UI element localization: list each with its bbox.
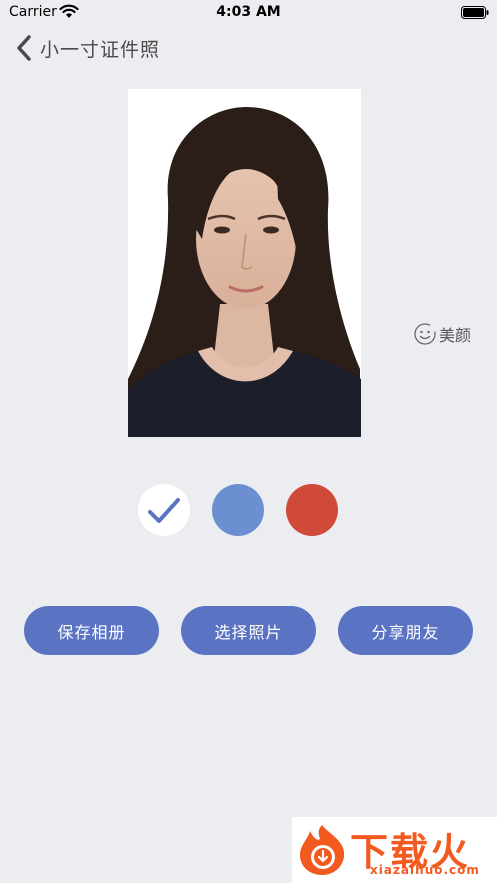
status-bar: Carrier 4:03 AM xyxy=(0,0,497,26)
chevron-left-icon xyxy=(17,35,31,61)
save-to-album-button[interactable]: 保存相册 xyxy=(24,606,159,655)
share-friends-button[interactable]: 分享朋友 xyxy=(338,606,473,655)
portrait-image xyxy=(128,89,361,437)
choose-photo-button[interactable]: 选择照片 xyxy=(181,606,316,655)
nav-bar: 小一寸证件照 xyxy=(0,30,497,66)
flame-logo-icon xyxy=(300,825,345,875)
beauty-button[interactable]: 美颜 xyxy=(413,320,471,348)
swatch-white[interactable] xyxy=(138,484,190,536)
action-bar: 保存相册 选择照片 分享朋友 xyxy=(0,606,497,656)
swatch-blue[interactable] xyxy=(212,484,264,536)
background-color-picker xyxy=(0,484,497,536)
battery-icon xyxy=(461,6,489,19)
back-button[interactable]: 小一寸证件照 xyxy=(14,30,160,66)
swatch-red[interactable] xyxy=(286,484,338,536)
page-title: 小一寸证件照 xyxy=(40,38,161,61)
clock-time: 4:03 AM xyxy=(216,4,281,20)
beauty-label: 美颜 xyxy=(439,326,472,345)
watermark-domain: xiazaihuo.com xyxy=(370,863,480,877)
check-icon xyxy=(148,498,180,523)
watermark: 下载火 xiazaihuo.com xyxy=(292,817,497,883)
smile-icon xyxy=(414,323,436,345)
id-photo xyxy=(128,89,361,437)
